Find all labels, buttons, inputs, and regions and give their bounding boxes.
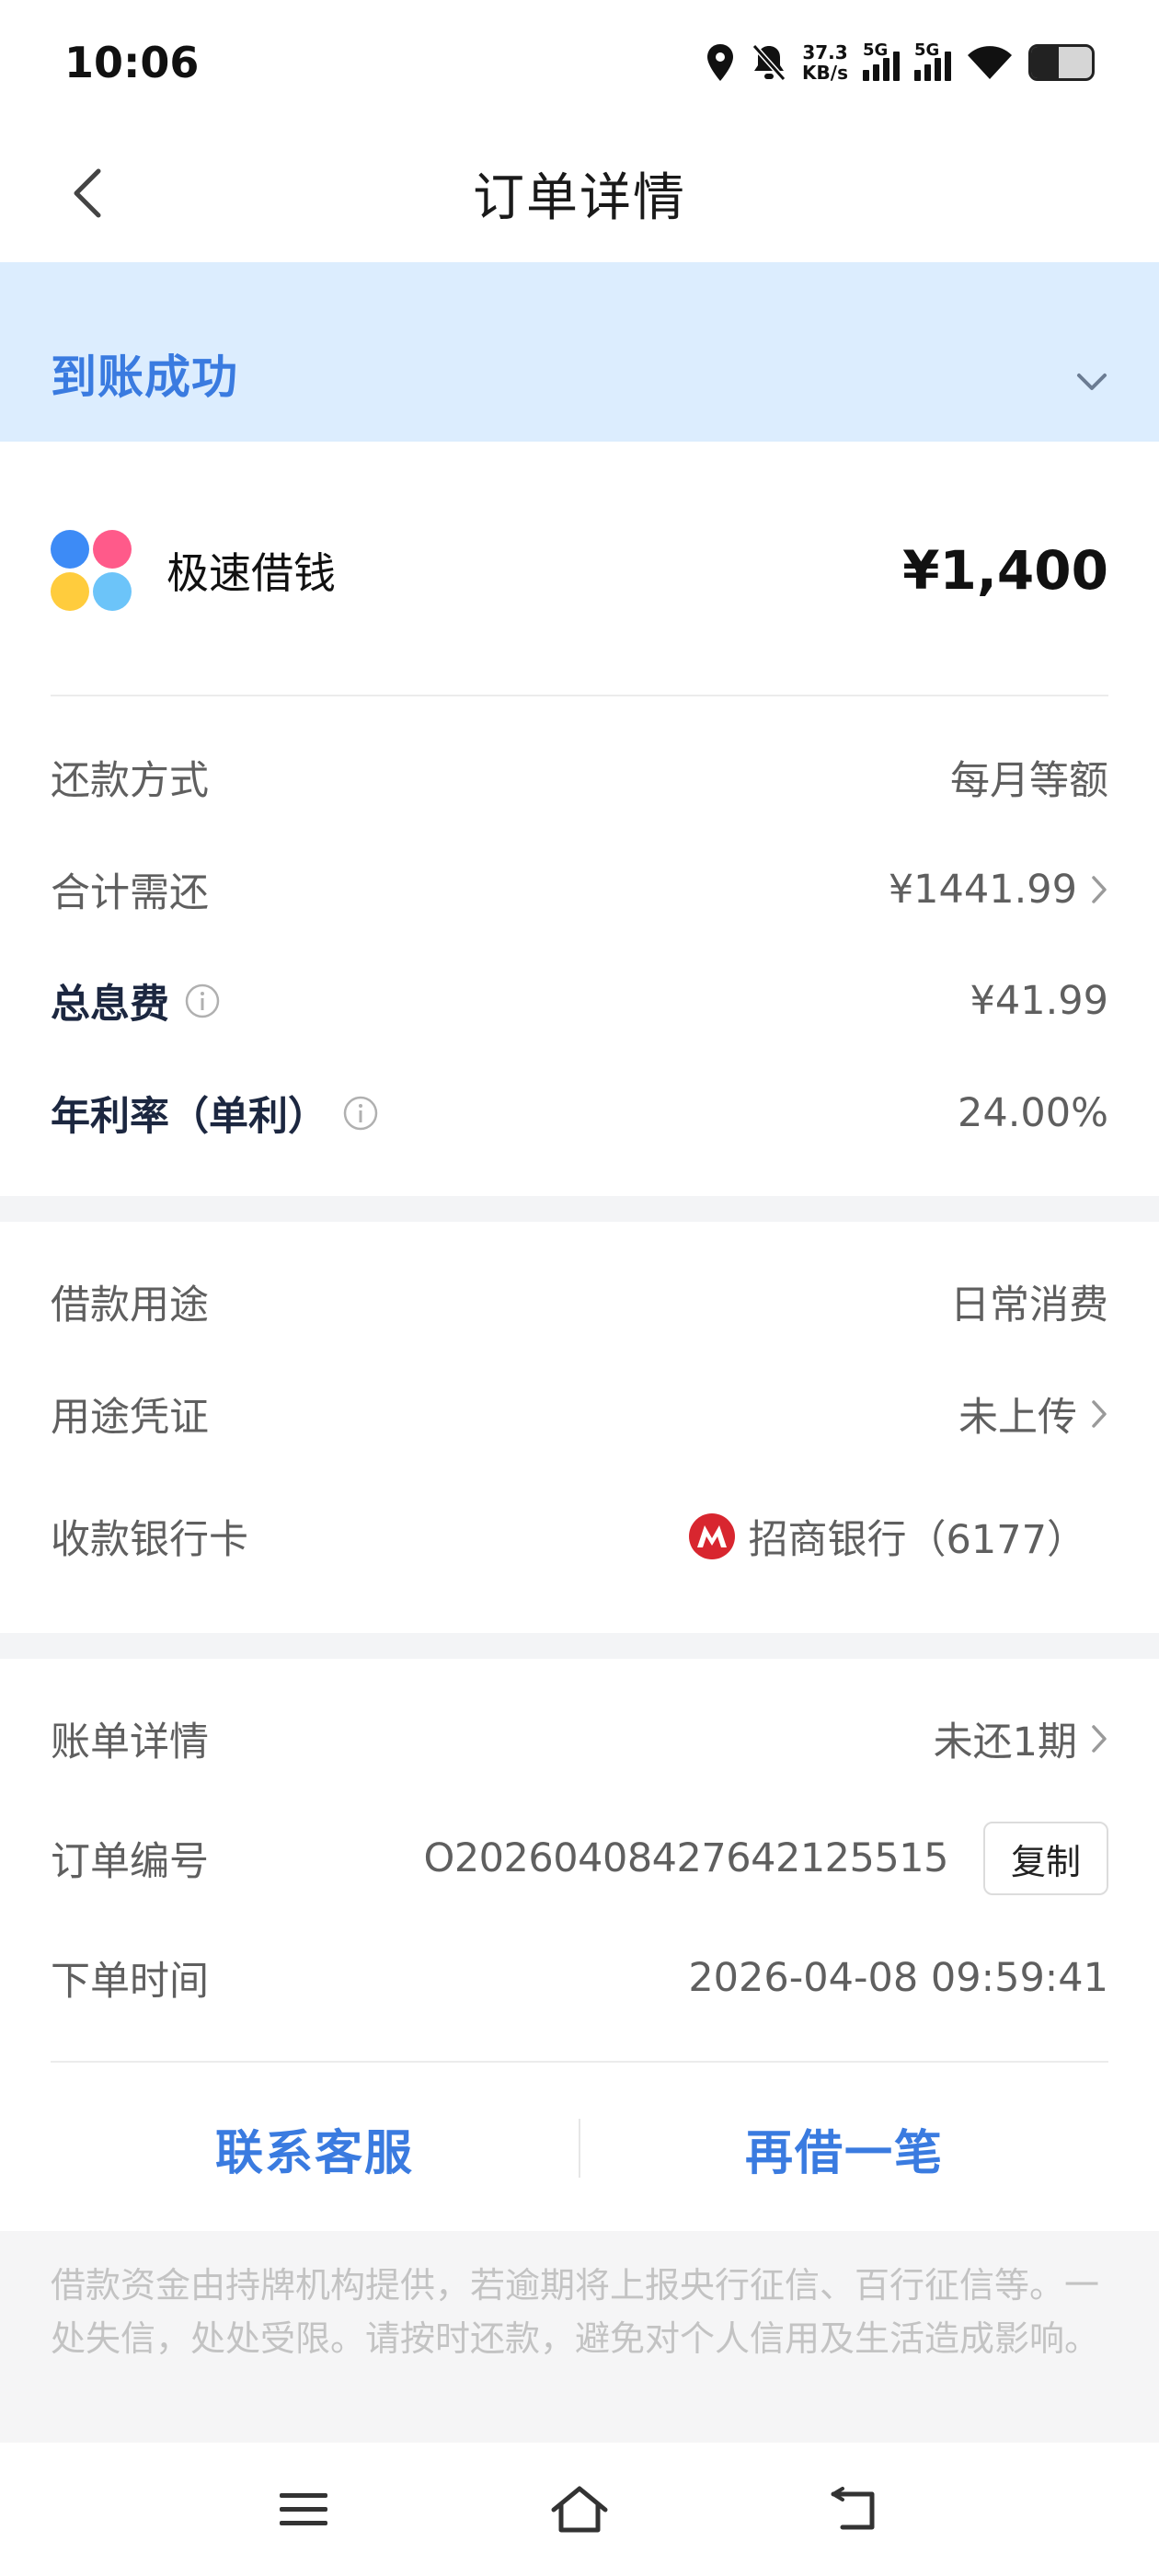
home-button[interactable]	[543, 2473, 616, 2547]
status-icons: 37.3 KB/s 5G 5G	[705, 40, 1095, 83]
annual-rate-label: 年利率（单利）	[51, 1094, 327, 1140]
back-button[interactable]	[55, 161, 120, 225]
divider	[51, 695, 1108, 696]
order-time-row: 下单时间 2026-04-08 09:59:41	[51, 1937, 1108, 2019]
status-time: 10:06	[64, 37, 200, 87]
signal-1-label: 5G	[863, 40, 889, 60]
order-number-row: 订单编号 O20260408427642125515 复制	[51, 1817, 1108, 1900]
bank-card-value: 招商银行（6177）	[748, 1517, 1086, 1563]
back-nav-button[interactable]	[819, 2473, 892, 2547]
total-interest-label: 总息费	[51, 982, 169, 1028]
repay-method-label: 还款方式	[51, 758, 209, 804]
voucher-label: 用途凭证	[51, 1395, 209, 1441]
total-interest-row: 总息费 ¥41.99	[51, 960, 1108, 1042]
total-due-value: ¥1441.99	[888, 867, 1077, 913]
order-number-value: O20260408427642125515	[423, 1835, 948, 1881]
bank-card-row: 收款银行卡 招商银行（6177）	[51, 1495, 1108, 1578]
wifi-icon	[966, 44, 1014, 81]
net-speed-unit: KB/s	[802, 61, 848, 84]
copy-button[interactable]: 复制	[982, 1822, 1108, 1895]
voucher-value-wrap[interactable]: 未上传	[958, 1386, 1108, 1443]
signal-icon-2: 5G	[914, 40, 951, 81]
disclaimer: 借款资金由持牌机构提供，若逾期将上报央行征信、百行征信等。一处失信，处处受限。请…	[0, 2231, 1159, 2443]
voucher-value: 未上传	[958, 1395, 1077, 1441]
repay-method-value: 每月等额	[950, 758, 1108, 804]
chevron-right-icon	[1092, 876, 1107, 903]
net-speed: 37.3 KB/s	[802, 42, 848, 83]
action-bar: 联系客服 再借一笔	[51, 2065, 1108, 2231]
borrow-again-button[interactable]: 再借一笔	[580, 2114, 1108, 2183]
order-number-value-wrap: O20260408427642125515 复制	[423, 1822, 1108, 1895]
total-due-value-wrap[interactable]: ¥1441.99	[889, 867, 1108, 913]
voucher-row[interactable]: 用途凭证 未上传	[51, 1373, 1108, 1455]
product-info: 极速借钱	[51, 530, 336, 611]
total-due-label: 合计需还	[51, 870, 209, 916]
loan-amount: ¥1,400	[902, 539, 1108, 602]
signal-2-label: 5G	[914, 40, 940, 60]
mute-bell-icon	[751, 42, 787, 83]
chevron-down-icon[interactable]	[1075, 372, 1108, 397]
chevron-right-icon	[1092, 1400, 1107, 1428]
info-icon[interactable]	[342, 1095, 379, 1132]
total-due-row[interactable]: 合计需还 ¥1441.99	[51, 848, 1108, 931]
product-logo-icon	[51, 530, 132, 611]
repay-method-row: 还款方式 每月等额	[51, 736, 1108, 819]
contact-service-button[interactable]: 联系客服	[51, 2114, 579, 2183]
location-icon	[705, 42, 736, 83]
signal-icon-1: 5G	[863, 40, 900, 81]
bill-detail-row[interactable]: 账单详情 未还1期	[51, 1697, 1108, 1780]
battery-icon	[1028, 43, 1095, 81]
status-banner[interactable]: 到账成功	[0, 262, 1159, 442]
back-nav-icon	[831, 2486, 875, 2529]
total-interest-value: ¥41.99	[970, 978, 1108, 1024]
bill-detail-value-wrap[interactable]: 未还1期	[934, 1710, 1108, 1767]
total-interest-label-wrap: 总息费	[51, 972, 221, 1029]
purpose-label: 借款用途	[51, 1282, 209, 1328]
info-icon[interactable]	[184, 983, 221, 1019]
chevron-right-icon	[1092, 1725, 1107, 1753]
battery-fill	[1031, 46, 1059, 78]
section-gap	[0, 1196, 1159, 1222]
annual-rate-row: 年利率（单利） 24.00%	[51, 1072, 1108, 1155]
order-number-label: 订单编号	[51, 1839, 209, 1885]
product-name: 极速借钱	[166, 548, 336, 598]
status-bar: 10:06 37.3 KB/s 5G 5G	[0, 0, 1159, 124]
home-icon	[551, 2486, 608, 2532]
menu-icon	[280, 2492, 327, 2525]
header: 订单详情	[0, 124, 1159, 262]
cmb-bank-logo-icon	[688, 1513, 735, 1559]
bill-detail-value: 未还1期	[933, 1719, 1077, 1765]
divider	[51, 2061, 1108, 2063]
purpose-value: 日常消费	[950, 1282, 1108, 1328]
section-gap	[0, 1633, 1159, 1659]
purpose-row: 借款用途 日常消费	[51, 1260, 1108, 1343]
page-title: 订单详情	[473, 167, 686, 228]
bill-detail-label: 账单详情	[51, 1719, 209, 1765]
annual-rate-label-wrap: 年利率（单利）	[51, 1085, 379, 1142]
menu-button[interactable]	[267, 2473, 340, 2547]
order-time-value: 2026-04-08 09:59:41	[688, 1955, 1108, 2001]
annual-rate-value: 24.00%	[958, 1090, 1108, 1136]
order-time-label: 下单时间	[51, 1959, 209, 2005]
bank-card-value-wrap: 招商银行（6177）	[688, 1508, 1108, 1565]
net-speed-value: 37.3	[802, 40, 848, 63]
bank-card-label: 收款银行卡	[51, 1517, 248, 1563]
order-status-text: 到账成功	[51, 351, 238, 404]
back-arrow-icon	[74, 168, 101, 218]
product-row: 极速借钱 ¥1,400	[51, 488, 1108, 653]
system-nav-bar	[0, 2443, 1159, 2576]
